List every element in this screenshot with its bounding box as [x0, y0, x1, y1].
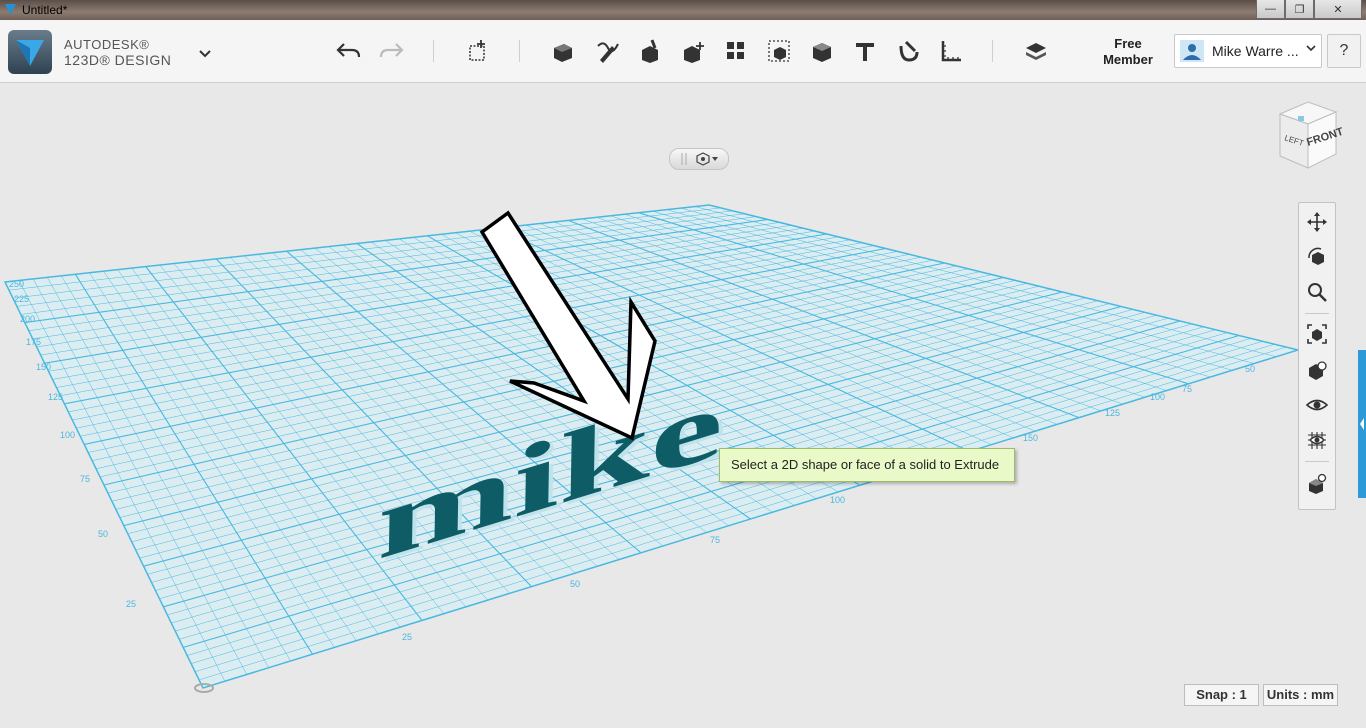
pan-icon [1307, 212, 1327, 232]
svg-text:100: 100 [1150, 392, 1165, 402]
fit-icon [1307, 324, 1327, 344]
svg-text:100: 100 [60, 430, 75, 440]
text-button[interactable] [850, 36, 880, 66]
chevron-left-icon [1360, 418, 1364, 430]
undo-icon [336, 43, 361, 58]
pattern-icon [727, 42, 744, 59]
window-title: Untitled* [22, 3, 68, 17]
snap-button[interactable] [893, 36, 923, 66]
transform-button[interactable] [678, 36, 708, 66]
view-cube[interactable]: LEFT FRONT [1270, 100, 1346, 174]
membership-line2: Member [1103, 52, 1153, 67]
close-button[interactable]: ✕ [1314, 0, 1362, 19]
svg-text:75: 75 [1182, 384, 1192, 394]
chevron-down-icon [1306, 45, 1316, 52]
toolbar-divider [519, 40, 520, 62]
svg-text:150: 150 [1023, 433, 1038, 443]
window-controls: — ❐ ✕ [1256, 0, 1362, 19]
brand-company: AUTODESK® [64, 37, 150, 52]
app-logo-icon [16, 40, 44, 66]
main-toolbar: AUTODESK® 123D® DESIGN Free Member [0, 20, 1366, 83]
grid-material-icon [1308, 432, 1326, 449]
modify-icon [642, 39, 658, 63]
side-panel-toggle[interactable] [1358, 350, 1366, 498]
svg-text:25: 25 [402, 632, 412, 642]
maximize-button[interactable]: ❐ [1285, 0, 1314, 19]
svg-text:100: 100 [830, 495, 845, 505]
app-logo[interactable] [8, 30, 52, 74]
view-button[interactable] [1304, 357, 1330, 383]
group-button[interactable] [764, 36, 794, 66]
svg-text:75: 75 [80, 474, 90, 484]
navbar-divider [1305, 313, 1329, 314]
view-mode-menu[interactable] [669, 148, 729, 170]
snap-status[interactable]: Snap : 1 [1184, 684, 1259, 706]
sketch-icon [554, 44, 572, 62]
measure-button[interactable] [936, 36, 966, 66]
zoom-button[interactable] [1304, 279, 1330, 305]
svg-text:50: 50 [1245, 364, 1255, 374]
toolbar-divider [992, 40, 993, 62]
svg-text:250: 250 [9, 279, 24, 289]
svg-text:225: 225 [14, 294, 29, 304]
3d-viewport[interactable]: 250 225 200 175 150 125 100 75 50 25 25 … [0, 83, 1366, 728]
view-mode-icon [681, 152, 718, 166]
materials-icon [1026, 43, 1046, 60]
svg-text:150: 150 [36, 362, 51, 372]
construct-button[interactable] [592, 36, 622, 66]
membership-label[interactable]: Free Member [1094, 36, 1162, 68]
visibility-button[interactable] [1304, 392, 1330, 418]
units-status[interactable]: Units : mm [1263, 684, 1338, 706]
extrude-tooltip: Select a 2D shape or face of a solid to … [719, 448, 1015, 482]
navigation-bar [1298, 202, 1336, 510]
sketch-button[interactable] [548, 36, 578, 66]
fit-button[interactable] [1304, 321, 1330, 347]
svg-text:200: 200 [20, 314, 35, 324]
orbit-button[interactable] [1304, 244, 1330, 270]
redo-button[interactable] [376, 36, 406, 66]
modify-button[interactable] [635, 36, 665, 66]
svg-text:125: 125 [48, 392, 63, 402]
grid-material-button[interactable] [1304, 427, 1330, 453]
snap-icon [899, 40, 919, 62]
zoom-icon [1308, 283, 1327, 302]
primitives-icon [469, 40, 485, 61]
measure-icon [941, 41, 961, 62]
combine-icon [813, 43, 831, 62]
user-name: Mike Warre ... [1212, 43, 1299, 59]
svg-text:50: 50 [98, 529, 108, 539]
svg-text:125: 125 [1105, 408, 1120, 418]
visibility-icon [1306, 399, 1328, 411]
construct-icon [597, 42, 619, 63]
minimize-button[interactable]: — [1256, 0, 1285, 19]
app-logo-icon [5, 4, 16, 15]
text-icon [856, 43, 874, 61]
svg-text:75: 75 [710, 535, 720, 545]
materials-button[interactable] [1021, 36, 1051, 66]
undo-button[interactable] [334, 36, 364, 66]
svg-text:50: 50 [570, 579, 580, 589]
user-account-dropdown[interactable]: Mike Warre ... [1174, 34, 1322, 68]
navbar-divider [1305, 461, 1329, 462]
brand-product: 123D® DESIGN [64, 52, 172, 68]
svg-text:25: 25 [126, 599, 136, 609]
orbit-icon [1308, 247, 1324, 265]
svg-text:175: 175 [26, 337, 41, 347]
pattern-button[interactable] [721, 36, 751, 66]
window-titlebar: Untitled* — ❐ ✕ [0, 0, 1366, 20]
help-button[interactable]: ? [1327, 34, 1361, 68]
group-icon [768, 40, 790, 62]
outliner-icon [1309, 473, 1327, 494]
primitives-button[interactable] [463, 36, 493, 66]
toolbar-divider [433, 40, 434, 62]
membership-line1: Free [1114, 36, 1142, 51]
transform-icon [684, 42, 704, 63]
user-avatar [1180, 40, 1204, 62]
app-menu-chevron-icon[interactable] [196, 47, 214, 61]
combine-button[interactable] [807, 36, 837, 66]
view-icon [1309, 361, 1327, 380]
redo-icon [379, 43, 404, 58]
outliner-button[interactable] [1304, 471, 1330, 497]
pan-button[interactable] [1304, 209, 1330, 235]
